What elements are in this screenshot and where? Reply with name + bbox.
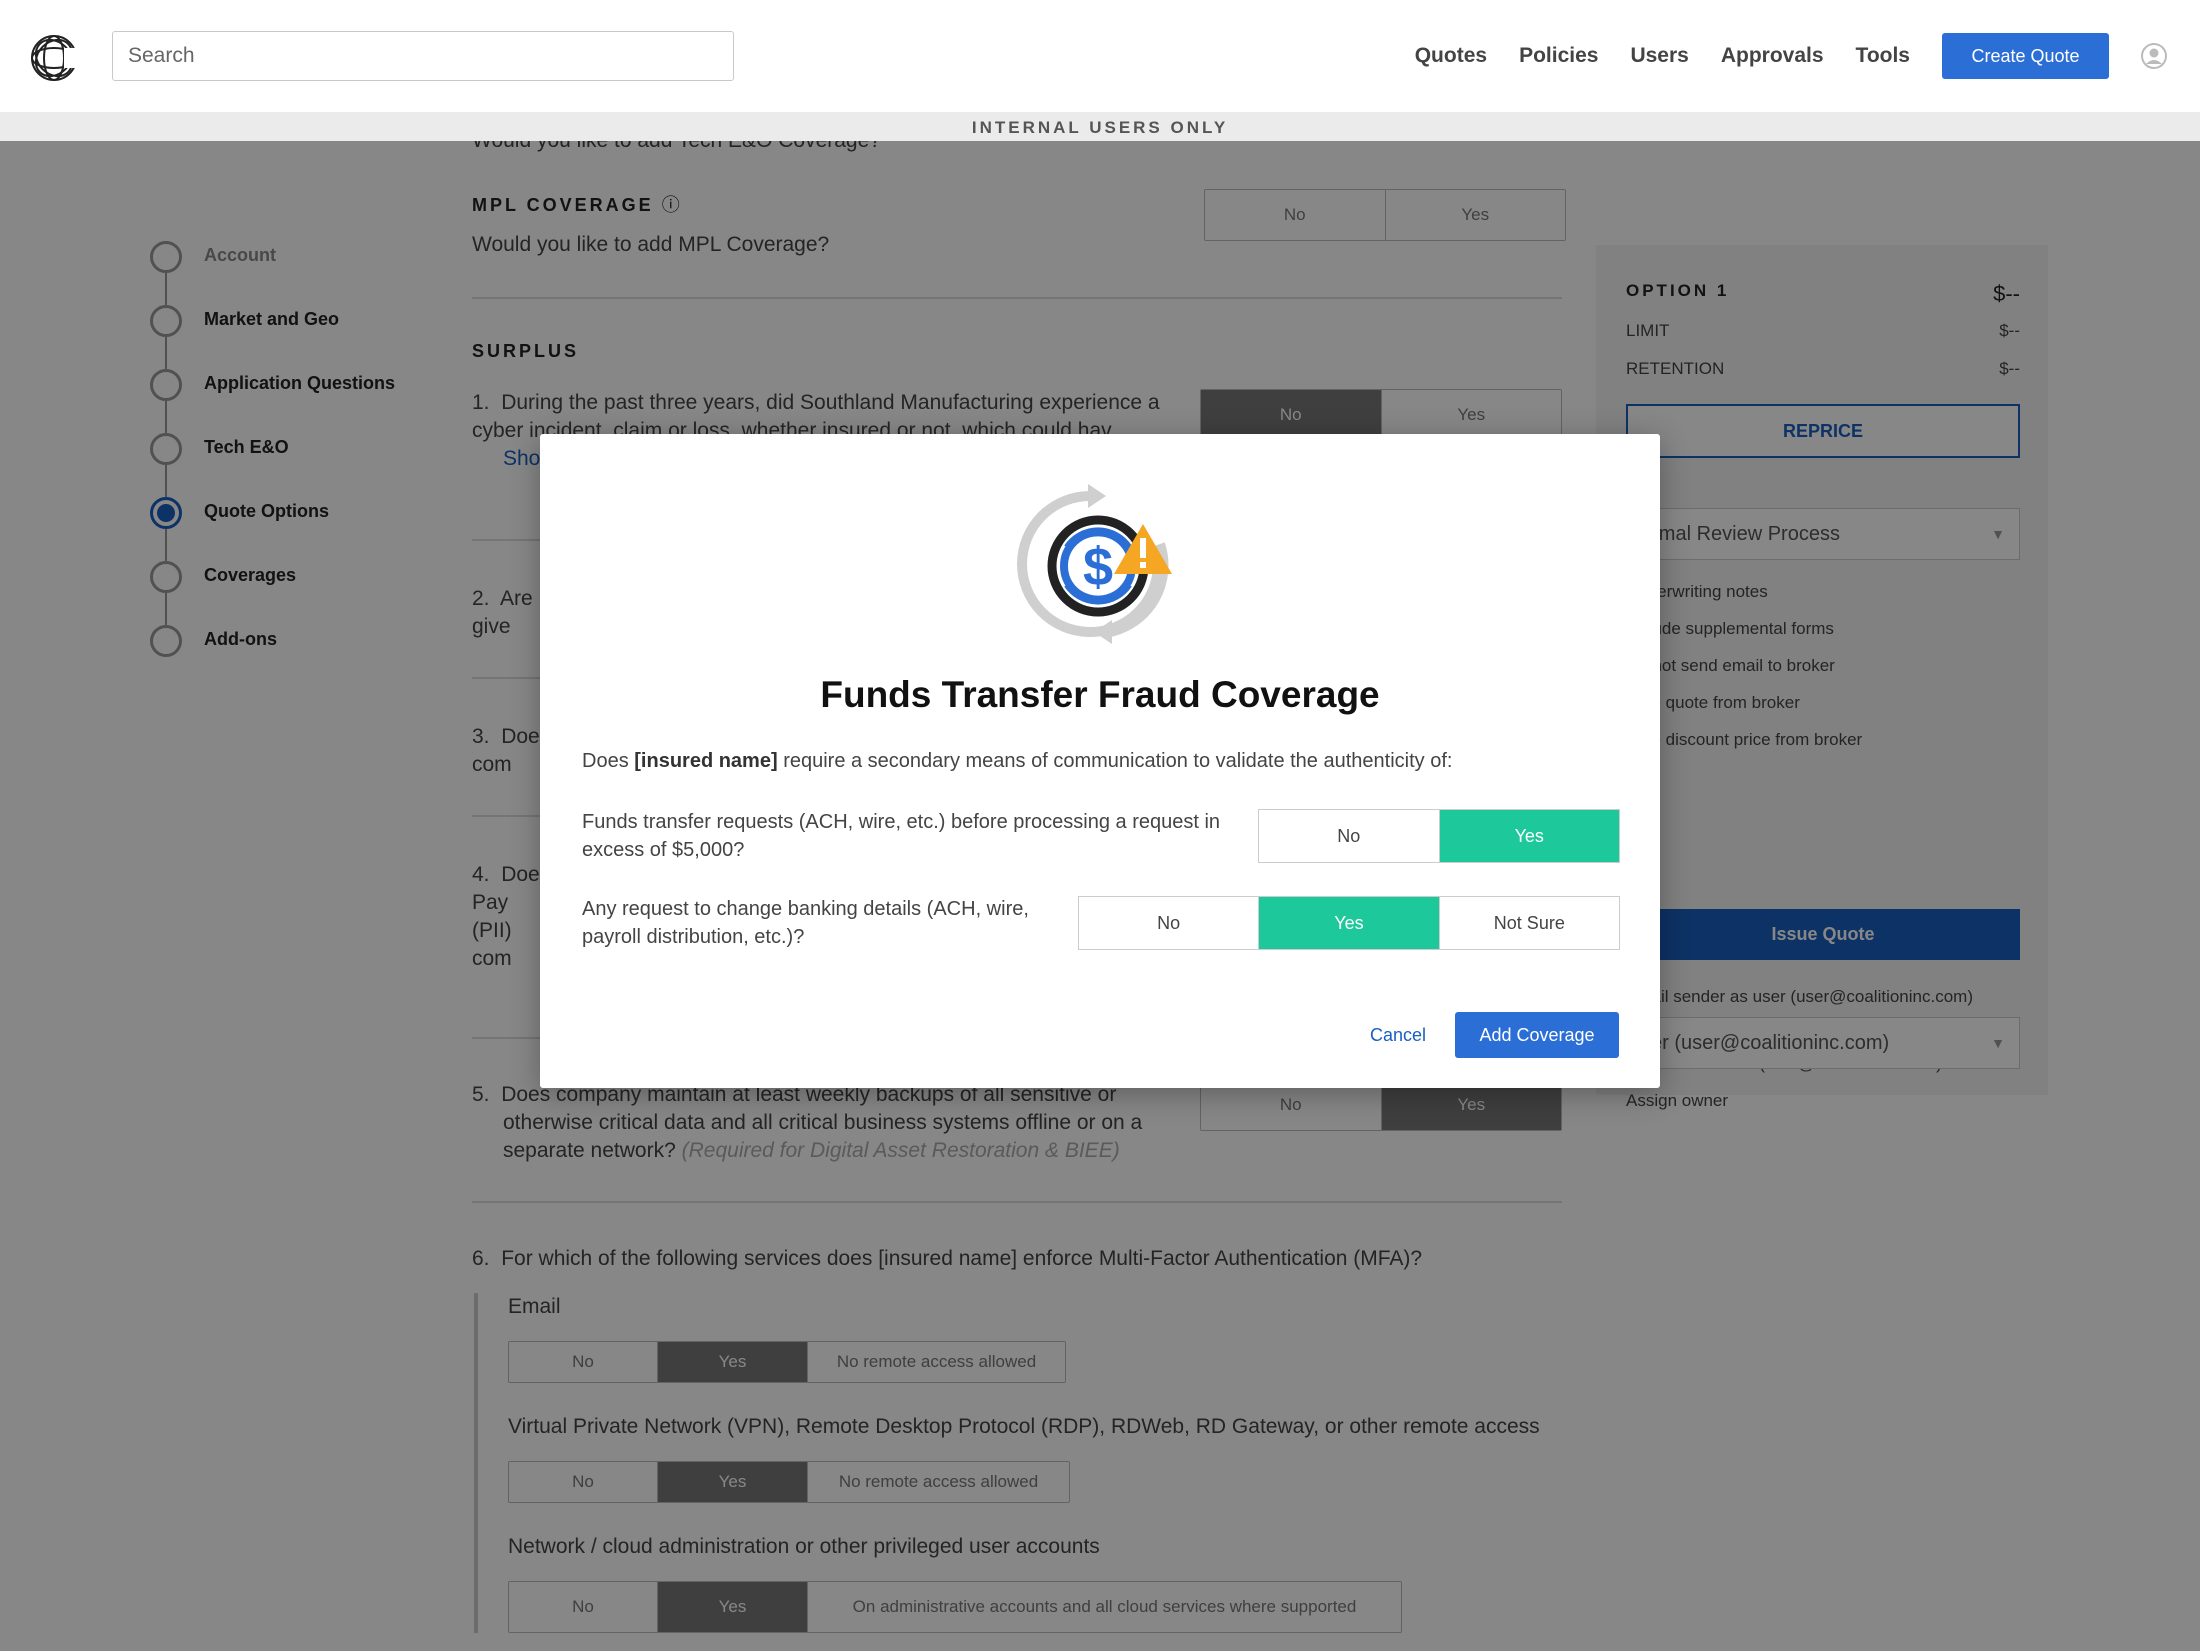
internal-users-banner: INTERNAL USERS ONLY: [0, 112, 2200, 141]
banking-no-option[interactable]: No: [1079, 897, 1258, 949]
add-coverage-button[interactable]: Add Coverage: [1455, 1012, 1619, 1058]
nav-approvals[interactable]: Approvals: [1721, 44, 1824, 68]
banking-yes-option[interactable]: Yes: [1258, 897, 1439, 949]
search-input[interactable]: [112, 31, 734, 81]
dollar-refresh-warning-icon: $: [1017, 484, 1172, 644]
funds-transfer-modal: $ Funds Transfer Fraud Coverage Does [in…: [540, 434, 1660, 1088]
nav-quotes[interactable]: Quotes: [1415, 44, 1487, 68]
funds-transfer-question: Funds transfer requests (ACH, wire, etc.…: [582, 811, 1221, 861]
main-nav: Quotes Policies Users Approvals Tools: [1415, 0, 1910, 112]
user-avatar-icon[interactable]: [2141, 43, 2167, 69]
funds-transfer-no-option[interactable]: No: [1259, 810, 1439, 862]
modal-title: Funds Transfer Fraud Coverage: [820, 674, 1380, 715]
funds-transfer-yes-option[interactable]: Yes: [1438, 810, 1619, 862]
nav-policies[interactable]: Policies: [1519, 44, 1598, 68]
banking-not-sure-option[interactable]: Not Sure: [1438, 897, 1619, 949]
create-quote-button[interactable]: Create Quote: [1942, 33, 2109, 79]
nav-users[interactable]: Users: [1630, 44, 1688, 68]
nav-tools[interactable]: Tools: [1856, 44, 1910, 68]
cancel-button[interactable]: Cancel: [1370, 1025, 1426, 1046]
modal-intro: Does [insured name] require a secondary …: [582, 750, 1453, 772]
svg-text:$: $: [1083, 537, 1113, 597]
funds-transfer-toggle: No Yes: [1258, 809, 1620, 863]
coalition-logo-icon[interactable]: [28, 30, 84, 86]
banking-change-toggle: No Yes Not Sure: [1078, 896, 1620, 950]
top-header: Quotes Policies Users Approvals Tools Cr…: [0, 0, 2200, 112]
banking-change-question: Any request to change banking details (A…: [582, 898, 1029, 948]
